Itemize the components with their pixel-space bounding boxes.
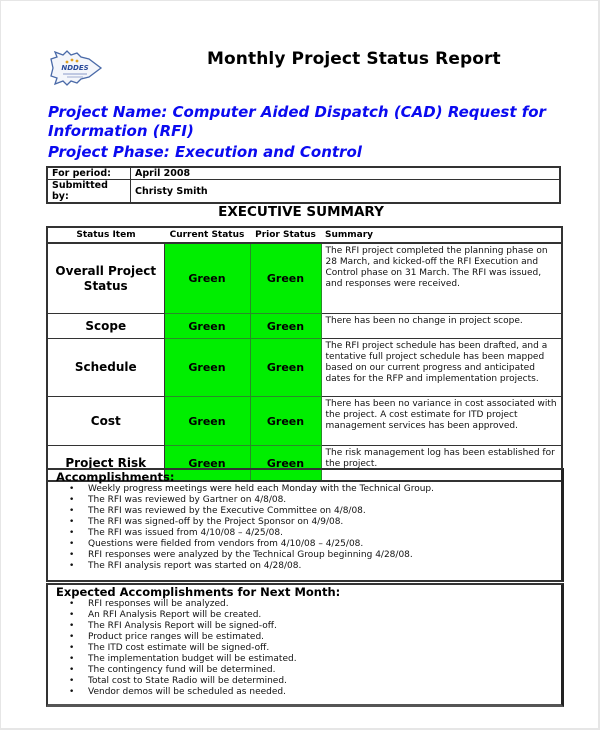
prior-status: Green xyxy=(249,338,322,397)
status-summary: There has been no change in project scop… xyxy=(320,313,563,339)
document-page: NDDES Monthly Project Status Report Proj… xyxy=(0,0,600,730)
column-header-current-status: Current Status xyxy=(164,227,250,244)
expected-accomplishments-list: • RFI responses will be analyzed. • An RFI… xyxy=(48,599,561,698)
bullet-icon: • xyxy=(69,506,75,516)
accomplishments-heading: Accomplishments: xyxy=(56,470,175,484)
expected-accomplishments-heading: Expected Accomplishments for Next Month: xyxy=(56,585,341,599)
status-item: Schedule xyxy=(46,338,165,397)
bullet-icon: • xyxy=(69,632,75,642)
list-item: • RFI responses were analyzed by the Tech… xyxy=(48,550,561,561)
list-item: • The implementation budget will be estim… xyxy=(48,654,561,665)
list-item-text: The ITD cost estimate will be signed-off… xyxy=(88,643,270,653)
list-item-text: The contingency fund will be determined. xyxy=(88,665,276,675)
list-item-text: Questions were fielded from vendors from… xyxy=(88,539,364,549)
project-phase: Project Phase: Execution and Control xyxy=(48,143,362,161)
column-header-summary: Summary xyxy=(321,227,562,244)
status-item: Scope xyxy=(46,313,165,339)
list-item-text: The RFI was issued from 4/10/08 – 4/25/0… xyxy=(88,528,283,538)
list-item: • The RFI was signed-off by the Project S… xyxy=(48,517,561,528)
bullet-icon: • xyxy=(69,517,75,527)
status-summary: The RFI project schedule has been drafte… xyxy=(320,338,563,397)
expected-accomplishments-section: Expected Accomplishments for Next Month:… xyxy=(46,583,564,707)
current-status: Green xyxy=(163,396,251,446)
executive-summary-title: EXECUTIVE SUMMARY xyxy=(218,204,384,220)
bullet-icon: • xyxy=(69,561,75,571)
status-summary: The RFI project completed the planning p… xyxy=(320,242,563,314)
list-item-text: Weekly progress meetings were held each … xyxy=(88,484,434,494)
bullet-icon: • xyxy=(69,654,75,664)
list-item-text: RFI responses will be analyzed. xyxy=(88,599,229,609)
submitted-label: Submitted by: xyxy=(46,179,131,204)
list-item-text: An RFI Analysis Report will be created. xyxy=(88,610,262,620)
bullet-icon: • xyxy=(69,676,75,686)
list-item: • Vendor demos will be scheduled as neede… xyxy=(48,687,561,698)
list-item-text: The RFI analysis report was started on 4… xyxy=(88,561,302,571)
status-summary: There has been no variance in cost assoc… xyxy=(320,396,563,446)
current-status: Green xyxy=(163,313,251,339)
bullet-icon: • xyxy=(69,665,75,675)
submitted-row: Submitted by: Christy Smith xyxy=(46,179,561,204)
table-row: Overall Project Status Green Green The R… xyxy=(46,242,563,314)
bullet-icon: • xyxy=(69,643,75,653)
list-item: • An RFI Analysis Report will be created. xyxy=(48,610,561,621)
accomplishments-list: • Weekly progress meetings were held each… xyxy=(48,484,561,572)
list-item: • Product price ranges will be estimated. xyxy=(48,632,561,643)
period-label: For period: xyxy=(46,166,131,180)
bullet-icon: • xyxy=(69,621,75,631)
submitted-value: Christy Smith xyxy=(130,179,561,204)
bullet-icon: • xyxy=(69,550,75,560)
bullet-icon: • xyxy=(69,495,75,505)
table-row: Cost Green Green There has been no varia… xyxy=(46,396,563,446)
project-name: Project Name: Computer Aided Dispatch (C… xyxy=(48,103,546,140)
list-item: • The RFI analysis report was started on … xyxy=(48,561,561,572)
list-item: • RFI responses will be analyzed. xyxy=(48,599,561,610)
bullet-icon: • xyxy=(69,528,75,538)
bullet-icon: • xyxy=(69,599,75,609)
nddes-logo-icon: NDDES xyxy=(50,50,103,86)
period-row: For period: April 2008 xyxy=(46,166,561,180)
list-item-text: RFI responses were analyzed by the Techn… xyxy=(88,550,413,560)
list-item-text: Product price ranges will be estimated. xyxy=(88,632,265,642)
status-item: Cost xyxy=(46,396,165,446)
list-item-text: Total cost to State Radio will be determ… xyxy=(88,676,287,686)
bullet-icon: • xyxy=(69,610,75,620)
bullet-icon: • xyxy=(69,539,75,549)
report-meta-table: For period: April 2008 Submitted by: Chr… xyxy=(46,166,561,204)
list-item-text: Vendor demos will be scheduled as needed… xyxy=(88,687,286,697)
accomplishments-section: Accomplishments: • Weekly progress meetin… xyxy=(46,468,564,582)
list-item-text: The RFI was signed-off by the Project Sp… xyxy=(88,517,344,527)
bullet-icon: • xyxy=(69,484,75,494)
prior-status: Green xyxy=(249,242,322,314)
current-status: Green xyxy=(163,338,251,397)
list-item-text: The RFI was reviewed by the Executive Co… xyxy=(88,506,366,516)
svg-text:NDDES: NDDES xyxy=(61,64,88,72)
prior-status: Green xyxy=(249,313,322,339)
list-item: • The RFI Analysis Report will be signed-… xyxy=(48,621,561,632)
period-value: April 2008 xyxy=(130,166,561,180)
list-item-text: The implementation budget will be estima… xyxy=(88,654,297,664)
table-header-row: Status Item Current Status Prior Status … xyxy=(47,227,562,244)
list-item: • Weekly progress meetings were held each… xyxy=(48,484,561,495)
table-row: Scope Green Green There has been no chan… xyxy=(46,313,563,339)
report-title: Monthly Project Status Report xyxy=(207,49,501,69)
list-item: • Questions were fielded from vendors fro… xyxy=(48,539,561,550)
list-item-text: The RFI Analysis Report will be signed-o… xyxy=(88,621,277,631)
current-status: Green xyxy=(163,242,251,314)
list-item: • The ITD cost estimate will be signed-of… xyxy=(48,643,561,654)
executive-summary-table: Status Item Current Status Prior Status … xyxy=(46,226,563,482)
list-item: • The RFI was issued from 4/10/08 – 4/25/… xyxy=(48,528,561,539)
column-header-status-item: Status Item xyxy=(47,227,164,244)
column-header-prior-status: Prior Status xyxy=(250,227,321,244)
status-item: Overall Project Status xyxy=(46,242,165,314)
list-item: • The RFI was reviewed by the Executive C… xyxy=(48,506,561,517)
list-item-text: The RFI was reviewed by Gartner on 4/8/0… xyxy=(88,495,287,505)
table-row: Schedule Green Green The RFI project sch… xyxy=(46,338,563,397)
list-item: • Total cost to State Radio will be deter… xyxy=(48,676,561,687)
list-item: • The contingency fund will be determined… xyxy=(48,665,561,676)
list-item: • The RFI was reviewed by Gartner on 4/8/… xyxy=(48,495,561,506)
bullet-icon: • xyxy=(69,687,75,697)
prior-status: Green xyxy=(249,396,322,446)
